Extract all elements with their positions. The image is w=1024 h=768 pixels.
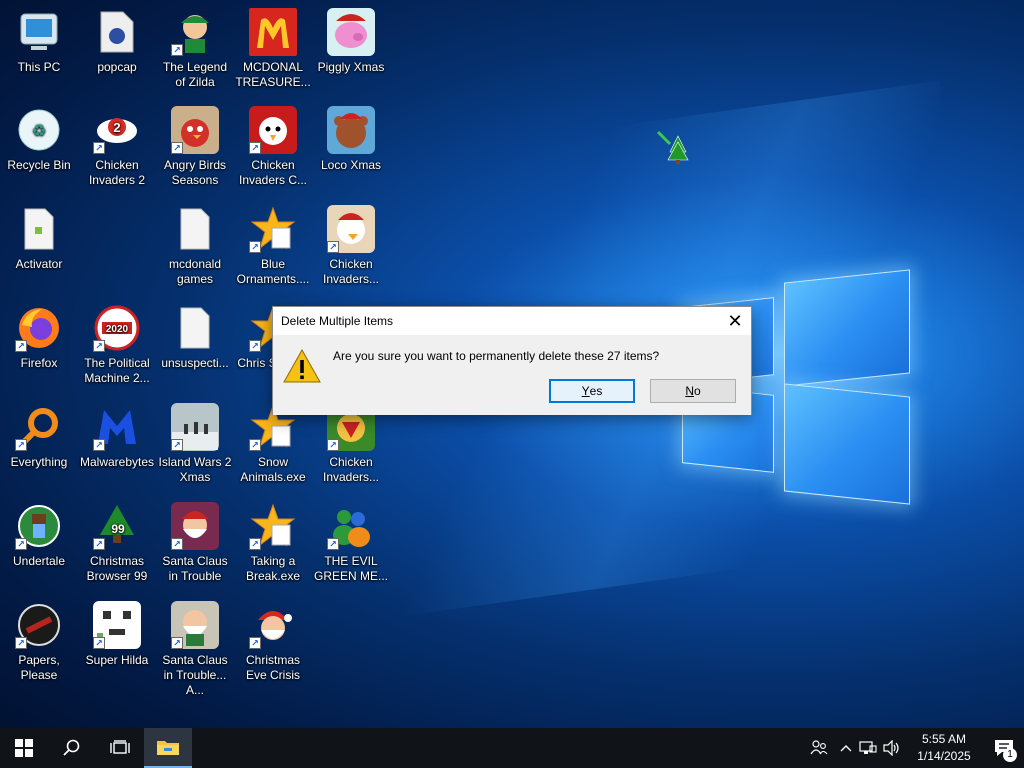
- desktop-icon-papers-please[interactable]: ↗ Papers, Please: [0, 597, 78, 693]
- desktop-icon-taking-a-break[interactable]: ↗ Taking a Break.exe: [234, 498, 312, 594]
- desktop-icon-christmas-eve-crisis[interactable]: ↗ Christmas Eve Crisis: [234, 597, 312, 693]
- desktop-icon-everything[interactable]: ↗ Everything: [0, 399, 78, 495]
- santa-icon: ↗: [249, 601, 297, 649]
- search-button[interactable]: [48, 728, 96, 768]
- angry-birds-icon: ↗: [171, 106, 219, 154]
- desktop-icon-activator[interactable]: Activator: [0, 201, 78, 297]
- close-icon[interactable]: ✕: [719, 307, 751, 335]
- dialog-titlebar[interactable]: Delete Multiple Items ✕: [273, 307, 751, 335]
- desktop-icon-christmas-browser[interactable]: 99 ↗ Christmas Browser 99: [78, 498, 156, 594]
- no-button[interactable]: No: [650, 379, 736, 403]
- desktop-icon-angry-birds-seasons[interactable]: ↗ Angry Birds Seasons: [156, 102, 234, 198]
- search-icon: [63, 739, 80, 756]
- santa-icon: ↗: [171, 502, 219, 550]
- desktop-icon-island-wars[interactable]: ↗ Island Wars 2 Xmas: [156, 399, 234, 495]
- svg-text:99: 99: [111, 522, 125, 536]
- desktop-icon-undertale[interactable]: ↗ Undertale: [0, 498, 78, 594]
- firefox-icon: ↗: [15, 304, 63, 352]
- pig-icon: [327, 8, 375, 56]
- task-view-icon: [110, 740, 130, 754]
- svg-text:2: 2: [113, 120, 120, 135]
- desktop-icon-chicken-invaders-c[interactable]: ↗ Chicken Invaders C...: [234, 102, 312, 198]
- island-icon: ↗: [171, 403, 219, 451]
- system-tray: 5:55 AM 1/14/2025 1: [802, 728, 1024, 768]
- chevron-up-icon[interactable]: [836, 728, 856, 768]
- malwarebytes-icon: ↗: [93, 403, 141, 451]
- file-icon: [171, 205, 219, 253]
- desktop-icon-popcap[interactable]: popcap: [78, 4, 156, 100]
- desktop-icon-evil-green-messenger[interactable]: ↗ THE EVIL GREEN ME...: [312, 498, 390, 594]
- desktop-icon-blue-ornaments[interactable]: ↗ Blue Ornaments....: [234, 201, 312, 297]
- desktop-icon-chicken-invaders-3[interactable]: ↗ Chicken Invaders...: [312, 201, 390, 297]
- computer-icon: [15, 8, 63, 56]
- desktop-icon-santa-claus-trouble-again[interactable]: ↗ Santa Claus in Trouble... A...: [156, 597, 234, 697]
- recycle-bin-icon: ♻: [15, 106, 63, 154]
- clock-date: 1/14/2025: [917, 749, 971, 763]
- dialog-message: Are you sure you want to permanently del…: [333, 349, 660, 363]
- bear-icon: [327, 106, 375, 154]
- start-button[interactable]: [0, 728, 48, 768]
- chicken-icon: ↗: [249, 106, 297, 154]
- desktop-icon-mcdonald-games[interactable]: mcdonald games: [156, 201, 234, 297]
- file-icon: [171, 304, 219, 352]
- desktop-icon-super-hilda[interactable]: ↗ Super Hilda: [78, 597, 156, 693]
- political-icon: 2020 ↗: [93, 304, 141, 352]
- desktop-icon-santa-claus-trouble[interactable]: ↗ Santa Claus in Trouble: [156, 498, 234, 594]
- star-icon: ↗: [249, 205, 297, 253]
- christmas-tree-cursor-icon: [656, 130, 690, 164]
- delete-confirmation-dialog: Delete Multiple Items ✕ Are you sure you…: [272, 306, 752, 415]
- desktop-icon-piggly-xmas[interactable]: Piggly Xmas: [312, 4, 390, 100]
- notification-badge: 1: [1003, 748, 1017, 762]
- people-icon[interactable]: [802, 728, 836, 768]
- desktop-icon-political-machine[interactable]: 2020 ↗ The Political Machine 2...: [78, 300, 156, 396]
- desktop-icon-recycle-bin[interactable]: ♻ Recycle Bin: [0, 102, 78, 198]
- taskbar: 5:55 AM 1/14/2025 1: [0, 728, 1024, 768]
- desktop-icon-legend-of-zilda[interactable]: ↗ The Legend of Zilda: [156, 4, 234, 100]
- chicken-icon: ↗: [327, 205, 375, 253]
- pixel-icon: ↗: [93, 601, 141, 649]
- yes-button[interactable]: Yes: [549, 379, 635, 403]
- desktop-icon-this-pc[interactable]: This PC: [0, 4, 78, 100]
- svg-text:♻: ♻: [32, 123, 46, 140]
- desktop-icon-malwarebytes[interactable]: ↗ Malwarebytes: [78, 399, 156, 495]
- game-icon: ↗: [171, 8, 219, 56]
- dialog-title: Delete Multiple Items: [281, 314, 394, 328]
- desktop-icon-mcdonal-treasure[interactable]: MCDONAL TREASURE...: [234, 4, 312, 100]
- folder-icon: [93, 8, 141, 56]
- desktop-icon-unsuspecti[interactable]: unsuspecti...: [156, 300, 234, 396]
- chicken-icon: 2 ↗: [93, 106, 141, 154]
- desktop-icon-chicken-invaders-2[interactable]: 2 ↗ Chicken Invaders 2: [78, 102, 156, 198]
- messenger-icon: ↗: [327, 502, 375, 550]
- star-icon: ↗: [249, 502, 297, 550]
- magnifier-icon: ↗: [15, 403, 63, 451]
- papers-please-icon: ↗: [15, 601, 63, 649]
- desktop-icon-loco-xmas[interactable]: Loco Xmas: [312, 102, 390, 198]
- task-view-button[interactable]: [96, 728, 144, 768]
- tree-icon: 99 ↗: [93, 502, 141, 550]
- file-icon: [15, 205, 63, 253]
- dialog-body: Are you sure you want to permanently del…: [273, 335, 751, 415]
- file-explorer-icon: [157, 741, 179, 755]
- network-icon[interactable]: [856, 728, 880, 768]
- undertale-icon: ↗: [15, 502, 63, 550]
- taskbar-file-explorer[interactable]: [144, 728, 192, 768]
- action-center-button[interactable]: 1: [984, 728, 1024, 768]
- santa-icon: ↗: [171, 601, 219, 649]
- desktop-icon-firefox[interactable]: ↗ Firefox: [0, 300, 78, 396]
- volume-icon[interactable]: [880, 728, 904, 768]
- clock[interactable]: 5:55 AM 1/14/2025: [904, 731, 984, 765]
- warning-icon: [283, 348, 321, 383]
- svg-text:2020: 2020: [106, 324, 129, 335]
- mcdonalds-icon: [249, 8, 297, 56]
- windows-start-icon: [15, 739, 33, 757]
- clock-time: 5:55 AM: [921, 732, 967, 746]
